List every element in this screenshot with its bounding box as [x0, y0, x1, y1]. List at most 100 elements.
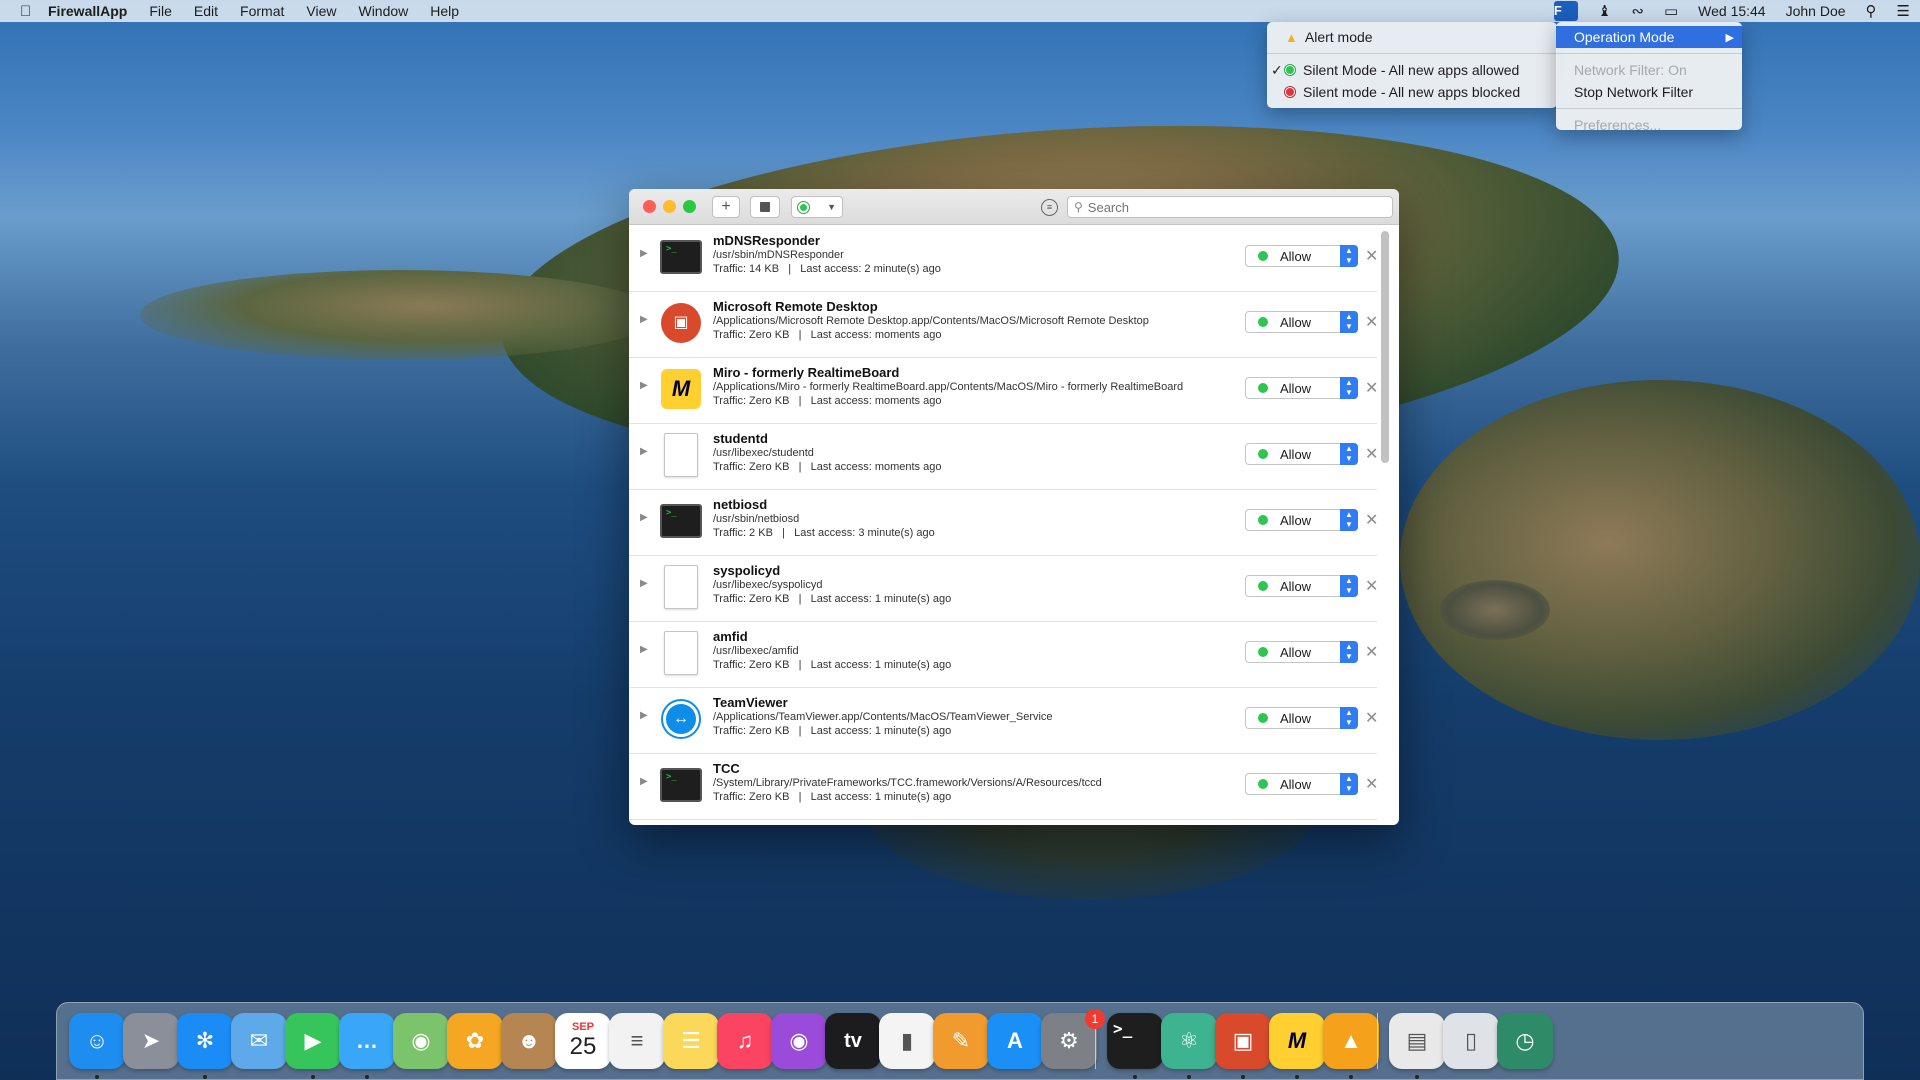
table-row[interactable]: ▶ ↔ TeamViewer/Applications/TeamViewer.app…	[629, 688, 1377, 754]
disclosure-triangle-icon[interactable]: ▶	[640, 380, 648, 391]
table-row[interactable]: ▶ syspolicyd/usr/libexec/syspolicyd Traffi…	[629, 556, 1377, 622]
table-row[interactable]: ▶ >_ TCC/System/Library/PrivateFrameworks/…	[629, 754, 1377, 820]
rule-select[interactable]: Allow ▲ ▼	[1245, 509, 1358, 531]
table-row[interactable]: ▶ studentd/usr/libexec/studentd Traffic: Z…	[629, 424, 1377, 490]
disclosure-triangle-icon[interactable]: ▶	[640, 644, 648, 655]
safari-icon[interactable]: ✻	[177, 1013, 233, 1069]
menu-app-name[interactable]: FirewallApp	[48, 3, 127, 19]
stepper-arrows-icon[interactable]: ▲ ▼	[1340, 575, 1358, 597]
calendar-icon[interactable]: SEP 25	[555, 1013, 611, 1069]
stepper-arrows-icon[interactable]: ▲ ▼	[1340, 773, 1358, 795]
search-field[interactable]: ⚲	[1067, 196, 1393, 218]
disclosure-triangle-icon[interactable]: ▶	[640, 578, 648, 589]
podcasts-icon[interactable]: ◉	[771, 1013, 827, 1069]
stepper-arrows-icon[interactable]: ▲ ▼	[1340, 641, 1358, 663]
trash-icon[interactable]: ▯	[1443, 1013, 1499, 1069]
table-row[interactable]: ▶ M Miro - formerly RealtimeBoard/Applicat…	[629, 358, 1377, 424]
launchpad-icon[interactable]: ➤	[123, 1013, 179, 1069]
remove-rule-icon[interactable]: ✕	[1365, 444, 1377, 464]
spotlight-icon[interactable]: ⚲	[1866, 2, 1877, 20]
disclosure-triangle-icon[interactable]: ▶	[640, 248, 648, 259]
menu-item-stop-network-filter[interactable]: Stop Network Filter	[1556, 81, 1742, 103]
firewall-icon[interactable]: ▲	[1323, 1013, 1379, 1069]
remove-rule-icon[interactable]: ✕	[1365, 312, 1377, 332]
stepper-arrows-icon[interactable]: ▲ ▼	[1340, 509, 1358, 531]
disclosure-triangle-icon[interactable]: ▶	[640, 446, 648, 457]
mail-icon[interactable]: ✉	[231, 1013, 287, 1069]
remove-rule-icon[interactable]: ✕	[1365, 246, 1377, 266]
time-machine-icon[interactable]: ◷	[1497, 1013, 1553, 1069]
music-icon[interactable]: ♫	[717, 1013, 773, 1069]
menu-view[interactable]: View	[306, 3, 336, 19]
menu-file[interactable]: File	[149, 3, 172, 19]
table-row[interactable]: ▶ >_ netbiosd/usr/sbin/netbiosd Traffic: 2 …	[629, 490, 1377, 556]
binoculars-icon[interactable]: ♝	[1598, 2, 1611, 20]
add-rule-button[interactable]: +	[712, 196, 740, 218]
remove-rule-icon[interactable]: ✕	[1365, 576, 1377, 596]
remove-rule-icon[interactable]: ✕	[1365, 642, 1377, 662]
reminders-icon[interactable]: ≡	[609, 1013, 665, 1069]
menu-item-silent-blocked[interactable]: Silent mode - All new apps blocked	[1267, 81, 1557, 103]
remove-rule-icon[interactable]: ✕	[1365, 774, 1377, 794]
rule-select[interactable]: Allow ▲ ▼	[1245, 245, 1358, 267]
rule-select[interactable]: Allow ▲ ▼	[1245, 641, 1358, 663]
stepper-arrows-icon[interactable]: ▲ ▼	[1340, 245, 1358, 267]
photos-icon[interactable]: ✿	[447, 1013, 503, 1069]
facetime-icon[interactable]: ▶	[285, 1013, 341, 1069]
wifi-icon[interactable]: ∾	[1631, 2, 1644, 20]
archive-icon[interactable]: ▤	[1389, 1013, 1445, 1069]
table-row[interactable]: ▶ amfid/usr/libexec/amfid Traffic: Zero KB…	[629, 622, 1377, 688]
clock[interactable]: Wed 15:44	[1698, 3, 1765, 19]
rule-select[interactable]: Allow ▲ ▼	[1245, 311, 1358, 333]
user-name[interactable]: John Doe	[1786, 3, 1846, 19]
notification-center-icon[interactable]: ☰	[1897, 2, 1910, 20]
finder-icon[interactable]: ☺	[69, 1013, 125, 1069]
table-row[interactable]: ▶ >_ mDNSResponder/usr/sbin/mDNSResponder T…	[629, 226, 1377, 292]
zoom-window-button[interactable]	[683, 200, 696, 213]
numbers-icon[interactable]: ▮	[879, 1013, 935, 1069]
menu-edit[interactable]: Edit	[194, 3, 218, 19]
maps-icon[interactable]: ◉	[393, 1013, 449, 1069]
remove-rule-icon[interactable]: ✕	[1365, 510, 1377, 530]
rule-select[interactable]: Allow ▲ ▼	[1245, 377, 1358, 399]
remove-rule-icon[interactable]: ✕	[1365, 708, 1377, 728]
firewall-status-icon[interactable]: F	[1553, 1, 1578, 21]
close-window-button[interactable]	[643, 200, 656, 213]
messages-icon[interactable]: …	[339, 1013, 395, 1069]
menu-window[interactable]: Window	[358, 3, 408, 19]
mode-popup-button[interactable]: ▼	[791, 196, 843, 218]
disclosure-triangle-icon[interactable]: ▶	[640, 710, 648, 721]
terminal-icon[interactable]: >_	[1107, 1013, 1163, 1069]
disclosure-triangle-icon[interactable]: ▶	[640, 776, 648, 787]
stepper-arrows-icon[interactable]: ▲ ▼	[1340, 377, 1358, 399]
vertical-scrollbar[interactable]	[1380, 231, 1390, 819]
menu-help[interactable]: Help	[430, 3, 459, 19]
miro-icon[interactable]: M	[1269, 1013, 1325, 1069]
remote-desktop-icon[interactable]: ▣	[1215, 1013, 1271, 1069]
rule-select[interactable]: Allow ▲ ▼	[1245, 575, 1358, 597]
menu-item-silent-allowed[interactable]: ✓ Silent Mode - All new apps allowed	[1267, 59, 1557, 81]
filter-icon[interactable]: ≡	[1041, 199, 1058, 216]
pages-icon[interactable]: ✎	[933, 1013, 989, 1069]
remove-rule-icon[interactable]: ✕	[1365, 378, 1377, 398]
rule-select[interactable]: Allow ▲ ▼	[1245, 443, 1358, 465]
notes-icon[interactable]: ☰	[663, 1013, 719, 1069]
tv-icon[interactable]: tv	[825, 1013, 881, 1069]
menu-format[interactable]: Format	[240, 3, 284, 19]
apple-icon[interactable]: 	[20, 3, 34, 20]
scrollbar-thumb[interactable]	[1381, 231, 1389, 463]
stepper-arrows-icon[interactable]: ▲ ▼	[1340, 443, 1358, 465]
search-input[interactable]	[1087, 199, 1378, 215]
menu-item-operation-mode[interactable]: Operation Mode ▶	[1556, 26, 1742, 48]
rule-select[interactable]: Allow ▲ ▼	[1245, 773, 1358, 795]
stepper-arrows-icon[interactable]: ▲ ▼	[1340, 311, 1358, 333]
airplay-icon[interactable]: ▭	[1664, 2, 1678, 20]
rule-select[interactable]: Allow ▲ ▼	[1245, 707, 1358, 729]
stepper-arrows-icon[interactable]: ▲ ▼	[1340, 707, 1358, 729]
stop-filter-button[interactable]	[750, 196, 780, 218]
menu-item-alert-mode[interactable]: ▲ Alert mode	[1267, 26, 1557, 48]
table-row[interactable]: ▶ ▣ Microsoft Remote Desktop/Applications/…	[629, 292, 1377, 358]
minimize-window-button[interactable]	[663, 200, 676, 213]
disclosure-triangle-icon[interactable]: ▶	[640, 314, 648, 325]
disclosure-triangle-icon[interactable]: ▶	[640, 512, 648, 523]
